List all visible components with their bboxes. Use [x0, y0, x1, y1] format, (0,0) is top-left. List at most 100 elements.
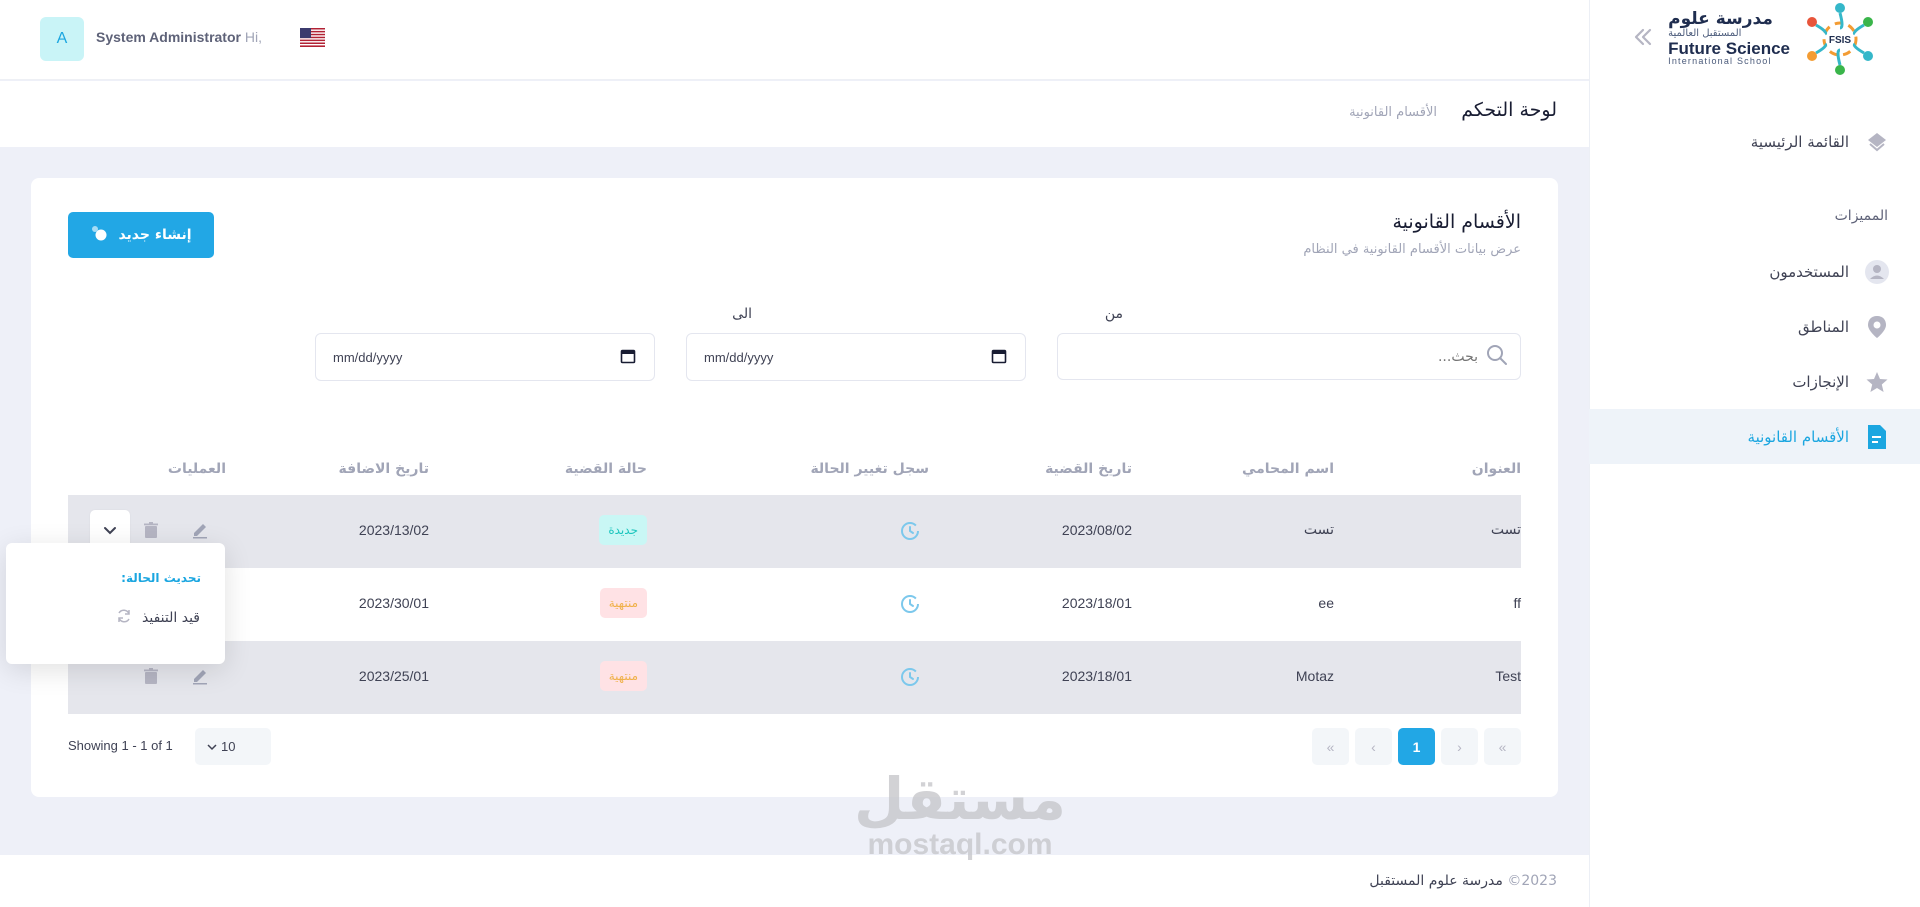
- star-icon: [1864, 369, 1890, 395]
- footer-copyright: 2023© مدرسة علوم المستقبل: [1369, 873, 1557, 889]
- us-flag-icon[interactable]: [300, 28, 325, 47]
- brand-emblem-text: FSIS: [1829, 35, 1852, 46]
- col-actions: العمليات: [167, 461, 226, 477]
- to-date-value: mm/dd/yyyy: [333, 349, 403, 365]
- card-subtitle: عرض بيانات الأقسام القانونية في النظام: [1303, 242, 1521, 257]
- sidebar-item-label: المناطق: [1798, 317, 1849, 336]
- history-clock-icon[interactable]: [899, 520, 921, 542]
- pagination: « › 1 ‹ «: [1312, 728, 1521, 765]
- col-added-date[interactable]: تاريخ الاضافة: [339, 461, 429, 477]
- sidebar-section-features: المميزات: [1834, 208, 1888, 224]
- col-case-date[interactable]: تاريخ القضية: [1045, 461, 1132, 477]
- search-icon: [1486, 344, 1508, 370]
- row-case-date: 2023/08/02: [1061, 522, 1132, 538]
- layers-icon: [1864, 129, 1890, 155]
- card-title: الأقسام القانونية: [1392, 211, 1521, 233]
- search-field[interactable]: [1057, 333, 1521, 380]
- chevron-down-icon: [103, 521, 117, 540]
- map-pin-icon: [1864, 314, 1890, 340]
- sidebar-item-regions[interactable]: المناطق: [1589, 299, 1920, 354]
- status-badge: منتهية: [599, 661, 647, 691]
- row-lawyer: تست: [1303, 522, 1334, 538]
- status-option-in-progress[interactable]: قيد التنفيذ: [116, 608, 200, 628]
- showing-count: Showing 1 - 1 of 1: [68, 738, 173, 753]
- brand-name-ar: مدرسة علوم: [1668, 9, 1773, 30]
- row-title: تست: [1490, 522, 1521, 538]
- user-name: System Administrator: [96, 29, 241, 45]
- status-option-label: قيد التنفيذ: [142, 610, 200, 626]
- from-date-label: من: [1104, 306, 1123, 322]
- calendar-icon[interactable]: [620, 348, 636, 367]
- row-lawyer: ee: [1318, 595, 1334, 611]
- edit-icon[interactable]: [188, 518, 212, 542]
- prev-page-button[interactable]: ›: [1441, 728, 1478, 765]
- sidebar-item-achievements[interactable]: الإنجازات: [1589, 354, 1920, 409]
- edit-icon[interactable]: [188, 664, 212, 688]
- refresh-icon: [116, 608, 132, 628]
- col-lawyer[interactable]: اسم المحامي: [1242, 461, 1334, 477]
- create-new-label: إنشاء جديد: [118, 227, 192, 243]
- page-title: لوحة التحكم: [1461, 99, 1557, 121]
- user-greeting[interactable]: System Administrator Hi,: [96, 29, 262, 45]
- status-badge: جديدة: [599, 515, 647, 545]
- breadcrumb[interactable]: الأقسام القانونية: [1349, 105, 1437, 120]
- brand-text: مدرسة علوم المستقبل العالمية Future Scie…: [1668, 9, 1790, 67]
- brand-tagline-ar: المستقبل العالمية: [1668, 28, 1742, 40]
- history-clock-icon[interactable]: [899, 593, 921, 615]
- col-status-log[interactable]: سجل تغيير الحالة: [810, 461, 929, 477]
- col-title[interactable]: العنوان: [1472, 461, 1521, 477]
- per-page-select[interactable]: 10: [195, 728, 271, 765]
- first-page-button[interactable]: «: [1484, 728, 1521, 765]
- footer: 2023© مدرسة علوم المستقبل: [0, 855, 1589, 907]
- row-added-date: 2023/13/02: [358, 522, 429, 538]
- row-added-date: 2023/25/01: [358, 668, 429, 684]
- row-title: ff: [1513, 595, 1521, 611]
- sidebar: مدرسة علوم المستقبل العالمية Future Scie…: [1589, 0, 1920, 907]
- trash-icon[interactable]: [139, 664, 163, 688]
- table-header: العنوان اسم المحامي تاريخ القضية سجل تغي…: [68, 444, 1521, 495]
- dots-icon: [90, 224, 108, 246]
- collapse-sidebar-icon[interactable]: [1627, 22, 1657, 52]
- calendar-icon[interactable]: [991, 348, 1007, 367]
- from-date-value: mm/dd/yyyy: [704, 349, 774, 365]
- to-date-label: الى: [732, 306, 752, 322]
- top-bar: A System Administrator Hi,: [0, 0, 1589, 80]
- history-clock-icon[interactable]: [899, 666, 921, 688]
- table-row: ff ee 2023/18/01 منتهية 2023/30/01: [68, 568, 1521, 641]
- sidebar-item-main-menu[interactable]: القائمة الرئيسية: [1589, 114, 1920, 169]
- trash-icon[interactable]: [139, 518, 163, 542]
- legal-departments-table: العنوان اسم المحامي تاريخ القضية سجل تغي…: [68, 444, 1521, 714]
- user-icon: [1864, 259, 1890, 285]
- per-page-value: 10: [221, 739, 236, 754]
- sidebar-item-label: القائمة الرئيسية: [1750, 132, 1849, 151]
- last-page-button[interactable]: «: [1312, 728, 1349, 765]
- status-dropdown-menu: تحديث الحالة: قيد التنفيذ: [6, 543, 225, 664]
- sidebar-item-users[interactable]: المستخدمون: [1589, 244, 1920, 299]
- search-input[interactable]: [1098, 348, 1478, 365]
- avatar[interactable]: A: [40, 17, 84, 61]
- row-added-date: 2023/30/01: [358, 595, 429, 611]
- footer-owner[interactable]: مدرسة علوم المستقبل: [1369, 873, 1503, 889]
- to-date-field[interactable]: mm/dd/yyyy: [315, 333, 655, 381]
- next-page-button[interactable]: ‹: [1355, 728, 1392, 765]
- dropdown-title: تحديث الحالة:: [121, 571, 201, 585]
- sidebar-item-legal-departments[interactable]: الأقسام القانونية: [1589, 409, 1920, 464]
- legal-departments-card: الأقسام القانونية عرض بيانات الأقسام الق…: [31, 178, 1558, 797]
- col-status[interactable]: حالة القضية: [565, 461, 647, 477]
- brand-logo[interactable]: مدرسة علوم المستقبل العالمية Future Scie…: [1668, 0, 1880, 78]
- row-case-date: 2023/18/01: [1061, 668, 1132, 684]
- table-row: تست تست 2023/08/02 جديدة 2023/13/02: [68, 495, 1521, 568]
- sidebar-item-label: الأقسام القانونية: [1747, 427, 1849, 446]
- row-lawyer: Motaz: [1295, 668, 1334, 684]
- chevron-down-icon: [207, 739, 217, 754]
- sidebar-item-label: الإنجازات: [1792, 372, 1849, 391]
- create-new-button[interactable]: إنشاء جديد: [68, 212, 214, 258]
- sidebar-item-label: المستخدمون: [1769, 262, 1849, 281]
- subheader: لوحة التحكم الأقسام القانونية: [0, 81, 1589, 147]
- footer-year: 2023©: [1507, 873, 1557, 889]
- page-1-button[interactable]: 1: [1398, 728, 1435, 765]
- brand-emblem-icon: FSIS: [1800, 0, 1880, 78]
- from-date-field[interactable]: mm/dd/yyyy: [686, 333, 1026, 381]
- table-row: Test Motaz 2023/18/01 منتهية 2023/25/01: [68, 641, 1521, 714]
- status-badge: منتهية: [599, 588, 647, 618]
